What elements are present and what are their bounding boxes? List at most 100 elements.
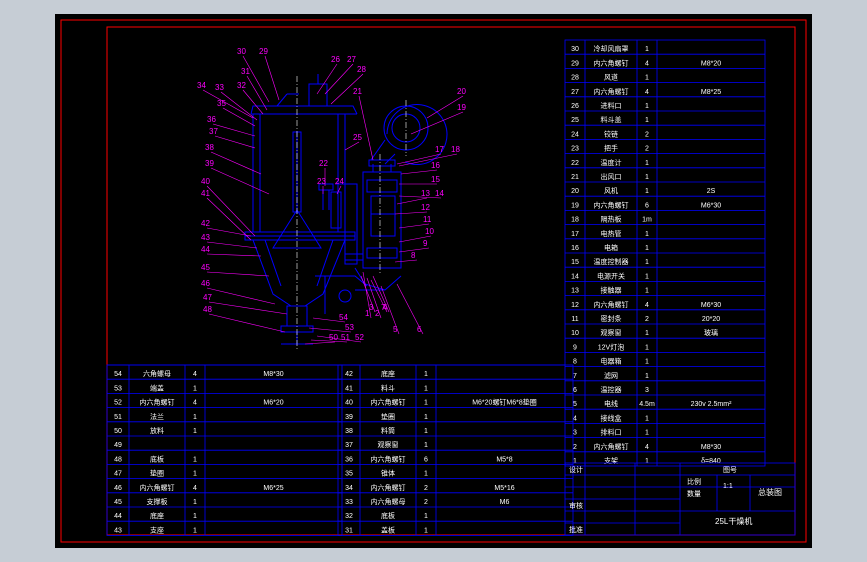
- bom-cell-no: 10: [571, 330, 579, 337]
- bom-cell-note: M6*25: [263, 485, 283, 492]
- bom-cell-note: M6: [500, 499, 510, 506]
- bom-cell-qty: 3: [645, 387, 649, 394]
- callout-9: 9: [423, 239, 428, 248]
- bom-cell-qty: 1: [193, 385, 197, 392]
- callout-54: 54: [339, 313, 348, 322]
- callout-5: 5: [393, 325, 398, 334]
- bom-cell-note: 玻璃: [704, 328, 718, 337]
- bom-cell-no: 54: [114, 371, 122, 378]
- callout-30: 30: [237, 47, 246, 56]
- callout-28: 28: [357, 65, 366, 74]
- bom-cell-no: 42: [345, 371, 353, 378]
- label-approve: 批准: [569, 525, 583, 534]
- bom-cell-no: 24: [571, 131, 579, 138]
- bom-cell-qty: 1: [193, 456, 197, 463]
- bom-cell-note: M6*20螺钉M6*8垫圈: [472, 398, 537, 407]
- bom-cell-qty: 1: [193, 527, 197, 534]
- bom-cell-name: 隔热板: [601, 215, 622, 224]
- bom-cell-no: 12: [571, 302, 579, 309]
- callout-16: 16: [431, 161, 440, 170]
- bom-cell-name: 放料: [150, 426, 164, 435]
- bom-cell-no: 15: [571, 259, 579, 266]
- bom-cell-no: 28: [571, 75, 579, 82]
- bom-cell-no: 52: [114, 400, 122, 407]
- bom-cell-qty: 4: [645, 60, 649, 67]
- callout-labels: 30 29313234 333536373839404142434445464748…: [197, 47, 466, 342]
- bom-cell-qty: 6: [645, 202, 649, 209]
- bom-cell-name: 盖板: [381, 525, 395, 534]
- label-design: 设计: [569, 465, 583, 474]
- bom-cell-no: 35: [345, 471, 353, 478]
- bom-cell-name: 内六角螺母: [371, 497, 406, 506]
- bom-cell-no: 26: [571, 103, 579, 110]
- bom-cell-no: 53: [114, 385, 122, 392]
- callout-4: 4: [383, 303, 388, 312]
- bom-cell-no: 17: [571, 231, 579, 238]
- bom-cell-qty: 2: [424, 485, 428, 492]
- bom-cell-no: 33: [345, 499, 353, 506]
- label-check: 审核: [569, 501, 583, 510]
- bom-cell-name: 料斗: [381, 383, 395, 392]
- bom-cell-qty: 1m: [642, 217, 652, 224]
- title-block: [564, 462, 796, 536]
- callout-21: 21: [353, 87, 362, 96]
- bom-cell-no: 27: [571, 89, 579, 96]
- bom-cell-no: 3: [573, 430, 577, 437]
- bom-cell-name: 温控器: [601, 385, 622, 394]
- callout-2: 2: [375, 309, 380, 318]
- bom-cell-no: 5: [573, 401, 577, 408]
- bom-cell-qty: 1: [645, 117, 649, 124]
- callout-43: 43: [201, 233, 210, 242]
- bom-cell-name: 内六角螺钉: [594, 58, 629, 67]
- bom-cell-name: 风机: [604, 186, 618, 195]
- bom-cell-note: M5*8: [496, 456, 512, 463]
- bom-cell-no: 2: [573, 444, 577, 451]
- bom-cell-qty: 1: [645, 415, 649, 422]
- bom-cell-qty: 1: [645, 273, 649, 280]
- bom-cell-qty: 2: [645, 131, 649, 138]
- bom-cell-name: 温度计: [601, 158, 622, 167]
- bom-cell-note: M8*20: [701, 60, 721, 67]
- callout-13: 13: [421, 189, 430, 198]
- leader-lines: [202, 55, 464, 345]
- bom-cell-no: 16: [571, 245, 579, 252]
- bom-cell-note: M6*30: [701, 202, 721, 209]
- bom-cell-qty: 1: [424, 414, 428, 421]
- bom-cell-qty: 4: [645, 89, 649, 96]
- bom-cell-qty: 1: [193, 499, 197, 506]
- bom-cell-name: 内六角螺钉: [371, 483, 406, 492]
- bom-cell-name: 电器箱: [601, 357, 622, 366]
- bom-cell-qty: 1: [645, 245, 649, 252]
- side-column: [344, 183, 358, 265]
- bom-cell-qty: 1: [645, 359, 649, 366]
- callout-48: 48: [203, 305, 212, 314]
- bom-table-bom_right: 30 冷却风扇罩 129 内六角螺钉 4 M8*2028 风道 127 内六角螺钉 4 M8*252…: [564, 39, 766, 467]
- callout-25: 25: [353, 133, 362, 142]
- bom-cell-name: 把手: [604, 144, 618, 153]
- callout-39: 39: [205, 159, 214, 168]
- callout-38: 38: [205, 143, 214, 152]
- bom-cell-no: 49: [114, 442, 122, 449]
- bom-cell-no: 51: [114, 414, 122, 421]
- bom-cell-qty: 1: [193, 471, 197, 478]
- bom-cell-qty: 1: [424, 442, 428, 449]
- bom-cell-no: 13: [571, 288, 579, 295]
- callout-41: 41: [201, 189, 210, 198]
- callout-14: 14: [435, 189, 444, 198]
- bom-cell-qty: 1: [645, 259, 649, 266]
- bom-cell-no: 14: [571, 273, 579, 280]
- callout-12: 12: [421, 203, 430, 212]
- bom-cell-qty: 1: [193, 513, 197, 520]
- callout-32: 32: [237, 81, 246, 90]
- bom-cell-name: 内六角螺钉: [594, 200, 629, 209]
- bom-cell-note: M6*20: [263, 400, 283, 407]
- callout-26: 26: [331, 55, 340, 64]
- bom-cell-qty: 1: [645, 174, 649, 181]
- label-sheet: 图号: [723, 466, 737, 474]
- bom-cell-no: 36: [345, 456, 353, 463]
- bom-cell-note: M5*16: [494, 485, 514, 492]
- callout-24: 24: [335, 177, 344, 186]
- callout-51: 51: [341, 333, 350, 342]
- bom-cell-no: 34: [345, 485, 353, 492]
- label-scale: 比例: [687, 477, 701, 486]
